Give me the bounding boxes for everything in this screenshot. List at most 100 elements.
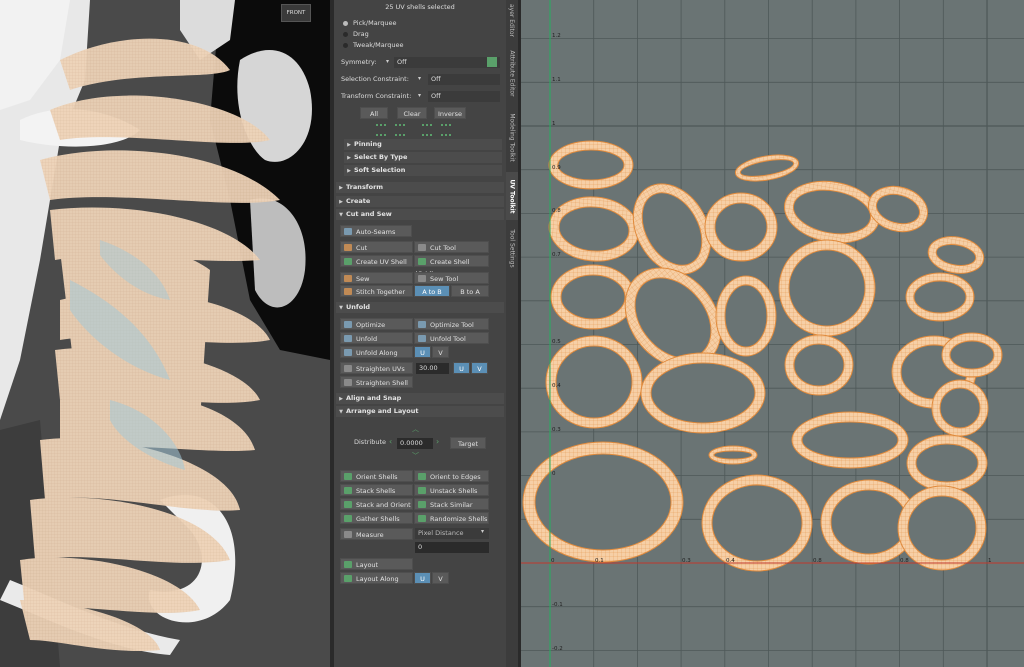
orient-to-edges-button[interactable]: Orient to Edges (414, 470, 489, 482)
layout-along-button[interactable]: Layout Along (340, 572, 413, 584)
layout-along-u-toggle[interactable]: U (414, 572, 431, 584)
unstack-shells-button[interactable]: Unstack Shells (414, 484, 489, 496)
b-to-a-toggle[interactable]: B to A (451, 285, 489, 297)
distribute-value-field[interactable]: 0.0000 (397, 438, 433, 449)
unfold-along-u-toggle[interactable]: U (414, 346, 431, 358)
straighten-u-toggle[interactable]: U (453, 362, 470, 374)
selection-constraint-dropdown[interactable]: Off (428, 74, 500, 85)
section-unfold[interactable]: ▼ Unfold (336, 302, 504, 313)
create-uv-shell-label: Create UV Shell (356, 258, 407, 266)
v-tick-label: 0.4 (552, 383, 561, 389)
select-uv-border-icon[interactable] (422, 124, 432, 136)
select-inverse-button[interactable]: Inverse (434, 107, 466, 119)
uv-shells[interactable] (522, 140, 1003, 572)
distribute-target-button[interactable]: Target (450, 437, 486, 449)
straighten-uvs-button[interactable]: Straighten UVs (340, 362, 413, 374)
radio-drag[interactable] (343, 32, 348, 37)
section-arrange-and-layout[interactable]: ▼ Arrange and Layout (336, 406, 504, 417)
optimize-tool-button[interactable]: Optimize Tool (414, 318, 489, 330)
u-tick-label: 0.1 (595, 558, 604, 564)
create-uv-shell-button[interactable]: Create UV Shell (340, 255, 413, 267)
uv-shell (941, 332, 1003, 378)
select-all-button[interactable]: All (360, 107, 388, 119)
layout-along-v-toggle[interactable]: V (432, 572, 449, 584)
symmetry-icon[interactable] (487, 57, 497, 67)
orient-shells-button[interactable]: Orient Shells (340, 470, 413, 482)
symmetry-dropdown[interactable]: Off (394, 57, 500, 68)
unfold-button[interactable]: Unfold (340, 332, 413, 344)
section-arrange-and-layout-label: Arrange and Layout (346, 407, 419, 415)
section-transform[interactable]: ▶ Transform (336, 182, 504, 193)
stitch-together-button[interactable]: Stitch Together (340, 285, 413, 297)
measure-button[interactable]: Measure (340, 528, 413, 540)
tab-modeling-toolkit[interactable]: Modeling Toolkit (506, 106, 518, 168)
optimize-tool-label: Optimize Tool (430, 321, 474, 329)
select-shell-icon[interactable] (395, 124, 405, 136)
measure-value-field[interactable]: 0 (415, 542, 489, 553)
unfold-along-label: Unfold Along (356, 349, 398, 357)
tab-channel-box[interactable]: ayer Editor (506, 0, 518, 40)
a-to-b-toggle[interactable]: A to B (414, 285, 450, 297)
tab-tool-settings[interactable]: Tool Settings (506, 222, 518, 274)
straighten-v-toggle[interactable]: V (471, 362, 488, 374)
gather-shells-button[interactable]: Gather Shells (340, 512, 413, 524)
cut-tool-button[interactable]: Cut Tool (414, 241, 489, 253)
section-create[interactable]: ▶ Create (336, 196, 504, 207)
straighten-shell-label: Straighten Shell (356, 379, 408, 387)
layout-button[interactable]: Layout (340, 558, 413, 570)
unfold-tool-label: Unfold Tool (430, 335, 466, 343)
distribute-up-arrow-icon[interactable]: ︿ (412, 424, 419, 434)
chevron-down-icon[interactable]: ▾ (386, 58, 389, 65)
select-overlap-icon[interactable] (441, 124, 451, 136)
measure-mode-dropdown[interactable]: Pixel Distance (415, 528, 489, 539)
sew-tool-button[interactable]: Sew Tool (414, 272, 489, 284)
cut-button[interactable]: Cut (340, 241, 413, 253)
auto-seams-icon (344, 228, 352, 235)
v-tick-label: 0 (552, 471, 556, 477)
chevron-down-icon[interactable]: ▾ (481, 528, 484, 535)
section-select-by-type[interactable]: ▶ Select By Type (344, 152, 502, 163)
section-pinning[interactable]: ▶ Pinning (344, 139, 502, 150)
randomize-shells-icon (418, 515, 426, 522)
tab-attribute-editor[interactable]: Attribute Editor (506, 44, 518, 102)
radio-pick-marquee[interactable] (343, 21, 348, 26)
unfold-along-button[interactable]: Unfold Along (340, 346, 413, 358)
auto-seams-button[interactable]: Auto-Seams (340, 225, 412, 237)
section-align-and-snap[interactable]: ▶ Align and Snap (336, 393, 504, 404)
section-soft-selection[interactable]: ▶ Soft Selection (344, 165, 502, 176)
3d-viewport[interactable]: FRONT (0, 0, 330, 667)
stack-and-orient-button[interactable]: Stack and Orient (340, 498, 413, 510)
radio-tweak-marquee[interactable] (343, 43, 348, 48)
optimize-tool-icon (418, 321, 426, 328)
distribute-down-arrow-icon[interactable]: ﹀ (412, 451, 419, 461)
select-clear-button[interactable]: Clear (397, 107, 427, 119)
cut-label: Cut (356, 244, 368, 252)
section-cut-and-sew[interactable]: ▼ Cut and Sew (336, 209, 504, 220)
u-tick-label: 0.4 (726, 558, 735, 564)
sew-button[interactable]: Sew (340, 272, 413, 284)
optimize-button[interactable]: Optimize (340, 318, 413, 330)
unfold-tool-button[interactable]: Unfold Tool (414, 332, 489, 344)
randomize-shells-button[interactable]: Randomize Shells (414, 512, 489, 524)
create-shell-grid-icon (418, 258, 426, 265)
straighten-angle-field[interactable]: 30.00 (416, 363, 449, 374)
select-shell-border-icon[interactable] (376, 124, 386, 136)
create-shell-grid-button[interactable]: Create Shell (Grid) (414, 255, 489, 278)
stack-similar-icon (418, 501, 426, 508)
straighten-shell-button[interactable]: Straighten Shell (340, 376, 413, 388)
distribute-left-arrow-icon[interactable]: ‹ (389, 437, 392, 446)
stitch-together-label: Stitch Together (356, 288, 406, 296)
uv-shell (906, 434, 988, 492)
distribute-right-arrow-icon[interactable]: › (436, 437, 439, 446)
layout-icon (344, 561, 352, 568)
chevron-down-icon[interactable]: ▾ (418, 92, 421, 99)
gather-shells-icon (344, 515, 352, 522)
tab-uv-toolkit[interactable]: UV Toolkit (506, 172, 518, 220)
unfold-along-v-toggle[interactable]: V (432, 346, 449, 358)
stack-shells-button[interactable]: Stack Shells (340, 484, 413, 496)
front-view-button[interactable]: FRONT (281, 4, 311, 22)
transform-constraint-dropdown[interactable]: Off (428, 91, 500, 102)
stack-similar-button[interactable]: Stack Similar (414, 498, 489, 510)
chevron-down-icon[interactable]: ▾ (418, 75, 421, 82)
uv-editor-viewport[interactable]: 1.2 1.1 1 0.9 0.8 0.7 0.5 0.4 0.3 0 -0.1… (521, 0, 1024, 667)
